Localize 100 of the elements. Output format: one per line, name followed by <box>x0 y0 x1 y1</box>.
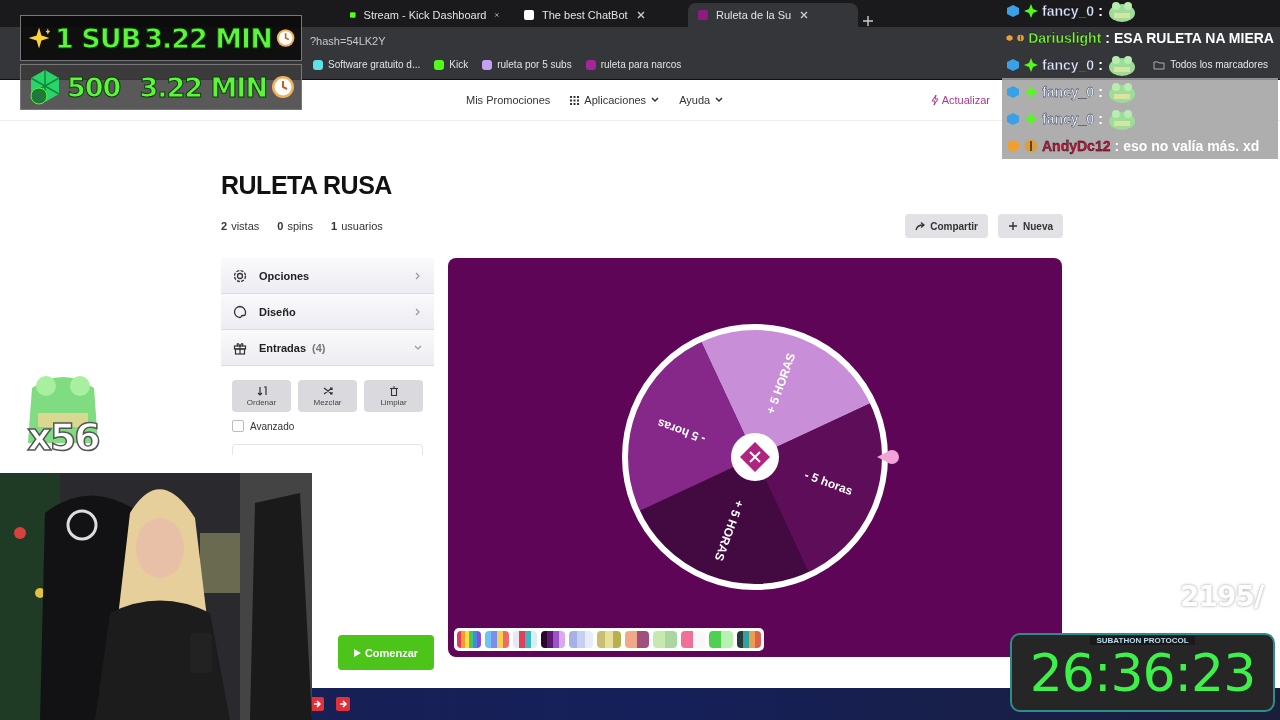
chat-username: fancy_0 <box>1042 83 1095 100</box>
accordion-header[interactable]: Opciones <box>221 258 434 294</box>
browser-tab[interactable]: Stream - Kick Dashboard <box>340 3 510 27</box>
chat-separator: : <box>1098 56 1103 73</box>
taskbar-app-icon[interactable] <box>336 697 350 711</box>
chevron-right-icon <box>414 307 422 316</box>
palette-swatch[interactable] <box>457 631 481 648</box>
palette-swatch[interactable] <box>737 631 761 648</box>
chat-username: AndyDc12 <box>1042 137 1111 154</box>
palette-swatch[interactable] <box>681 631 705 648</box>
page-title: RULETA RUSA <box>221 171 393 200</box>
wheel-hub-icon[interactable] <box>731 433 779 481</box>
browser-tab[interactable]: The best ChatBot <box>514 3 684 27</box>
address-text[interactable]: ?hash=54LK2Y <box>310 35 386 47</box>
chevron-right-icon <box>414 271 422 280</box>
badge-icon <box>1006 3 1020 18</box>
sort-button[interactable]: Ordenar <box>232 380 291 412</box>
palette-swatch[interactable] <box>709 631 733 648</box>
chat-separator: : <box>1098 83 1103 100</box>
entry-count: (4) <box>312 341 326 354</box>
clock-icon <box>271 75 295 99</box>
palette-swatch[interactable] <box>541 631 565 648</box>
tab-favicon <box>524 10 534 20</box>
badge-icon <box>1006 138 1020 153</box>
badge-icon <box>1006 111 1020 126</box>
clear-button[interactable]: Limpiar <box>364 380 423 412</box>
stat-text: 2 vistas <box>221 220 260 232</box>
accordion-header[interactable]: Diseño <box>221 294 434 330</box>
close-icon[interactable] <box>494 10 500 20</box>
new-button[interactable]: Nueva <box>998 214 1063 238</box>
segment-label: - 5 horas <box>655 415 708 447</box>
nav-link[interactable]: Aplicaciones <box>570 94 660 106</box>
palette-swatch[interactable] <box>653 631 677 648</box>
close-icon[interactable] <box>635 10 646 20</box>
goal-time: 3.22 MIN <box>139 71 267 103</box>
checkbox-label: Avanzado <box>250 420 295 432</box>
shuffle-icon <box>322 385 333 396</box>
sort-icon <box>256 385 267 396</box>
section-label: Entradas <box>259 341 307 354</box>
timer-header: SUBATHON PROTOCOL <box>1090 636 1195 645</box>
chat-separator: : <box>1098 110 1103 127</box>
bookmark[interactable]: ruleta por 5 subs <box>482 59 572 70</box>
chat-separator: : <box>1114 137 1120 154</box>
chevron-down-icon <box>651 97 660 103</box>
bookmark-icon <box>434 59 445 70</box>
grid-icon <box>570 95 580 105</box>
nav-link[interactable]: Ayuda <box>679 94 724 106</box>
bookmark[interactable]: Kick <box>434 59 469 70</box>
share-icon <box>915 221 926 231</box>
browser-tab[interactable]: Ruleta de la Su <box>688 3 858 27</box>
sparkle-icon <box>1024 84 1038 99</box>
all-bookmarks[interactable]: Todos los marcadores <box>1153 59 1268 70</box>
entries-field[interactable] <box>232 444 423 455</box>
bookmark[interactable]: Software gratuito d... <box>313 59 421 70</box>
goal-count: 1 SUB <box>55 22 141 54</box>
shuffle-button[interactable]: Mezclar <box>298 380 357 412</box>
section-label: Opciones <box>259 269 310 282</box>
lightning-icon <box>930 95 939 105</box>
frog-emote-icon <box>1106 0 1137 23</box>
nav-link[interactable]: Mis Promociones <box>466 94 551 106</box>
palette-swatch[interactable] <box>513 631 537 648</box>
chevron-down-icon <box>414 343 422 352</box>
tab-favicon <box>698 10 708 20</box>
tab-favicon <box>350 10 356 20</box>
chat-message: ESA RULETA NA MIERA <box>1114 29 1274 46</box>
gift-icon <box>233 340 247 355</box>
new-tab-icon[interactable] <box>862 15 874 27</box>
timer-value: 26:36:23 <box>1029 643 1256 703</box>
palette-swatch[interactable] <box>569 631 593 648</box>
badge-icon <box>1024 138 1038 153</box>
share-button[interactable]: Compartir <box>905 214 988 238</box>
folder-icon <box>1153 59 1166 70</box>
palette-swatch[interactable] <box>625 631 649 648</box>
palette-swatch[interactable] <box>597 631 621 648</box>
chevron-down-icon <box>715 97 724 103</box>
chat-username: fancy_0 <box>1042 56 1095 73</box>
chat-username: Dariuslight <box>1028 29 1102 46</box>
palette-swatch[interactable] <box>485 631 509 648</box>
play-icon <box>353 648 361 657</box>
sparkle-icon <box>1024 57 1038 72</box>
checkbox[interactable] <box>232 420 244 432</box>
badge-icon <box>1006 84 1020 99</box>
gear-icon <box>233 268 247 283</box>
close-icon[interactable] <box>799 10 810 20</box>
palette-icon <box>233 304 247 319</box>
wheel-pointer-icon <box>877 450 899 464</box>
chat-separator: : <box>1098 2 1103 19</box>
clock-icon <box>275 26 295 50</box>
goal-count: 500 <box>67 71 121 103</box>
update-link[interactable]: Actualizar <box>930 94 990 106</box>
stat-text: 1 usuarios <box>331 220 383 232</box>
chat-message: eso no valía más. xd <box>1123 137 1260 154</box>
badge-icon <box>1006 57 1020 72</box>
accordion-header[interactable]: Entradas (4) <box>221 330 434 366</box>
plus-icon <box>1008 221 1018 231</box>
chat-separator: : <box>1105 29 1110 46</box>
goal-time: 3.22 MIN <box>144 22 272 54</box>
stat-text: 0 spins <box>277 220 314 232</box>
section-label: Diseño <box>259 305 296 318</box>
bookmark[interactable]: ruleta para narcos <box>585 59 682 70</box>
